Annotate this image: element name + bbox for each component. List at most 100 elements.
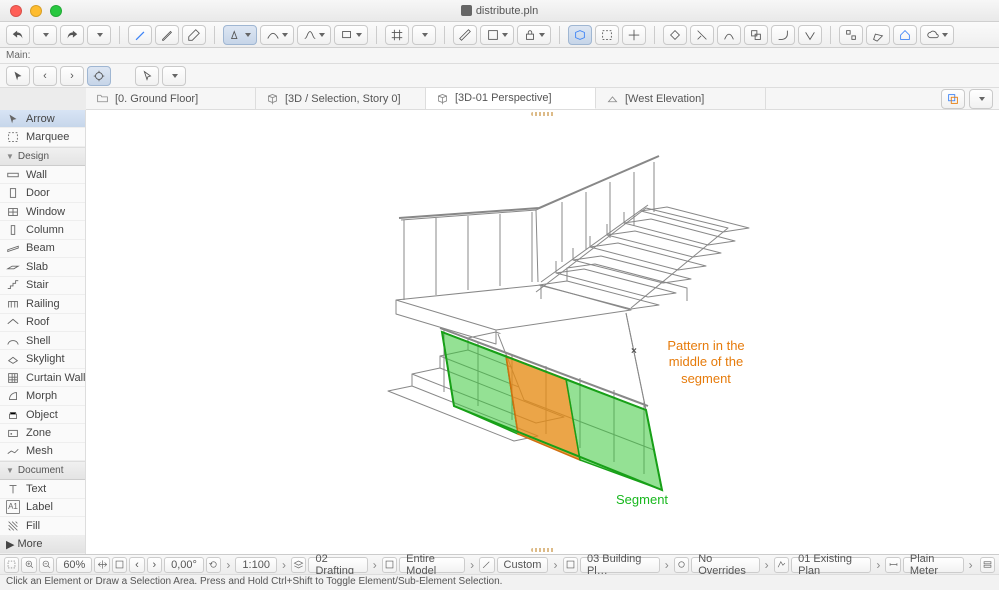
home-button[interactable] [893, 25, 917, 45]
group-button[interactable] [839, 25, 863, 45]
trace-options-button[interactable] [969, 89, 993, 109]
reno-filter-field[interactable]: 01 Existing Plan [791, 557, 871, 573]
cloud-dropdown[interactable] [920, 25, 954, 45]
trim-button[interactable] [663, 25, 687, 45]
overrides-field[interactable]: No Overrides [691, 557, 759, 573]
3d-viewport[interactable]: × Pattern in the middle of the segment S… [86, 110, 999, 554]
prev-zoom-button[interactable]: ‹ [129, 557, 144, 573]
redo-button[interactable] [60, 25, 84, 45]
zoom-out-button[interactable] [39, 557, 54, 573]
redo-history-button[interactable] [87, 25, 111, 45]
cursor-mode-button[interactable] [135, 66, 159, 86]
tool-marquee[interactable]: Marquee [0, 128, 85, 146]
next-zoom-button[interactable]: › [147, 557, 162, 573]
tool-beam[interactable]: Beam [0, 240, 85, 258]
tool-stair[interactable]: Stair [0, 277, 85, 295]
toolbox-category-design[interactable]: Design [0, 147, 85, 166]
zoom-level-field[interactable]: 60% [56, 557, 92, 573]
reno-icon[interactable] [774, 557, 789, 573]
toolbox-more-button[interactable]: ▶More [0, 536, 85, 554]
rotate-button[interactable] [206, 557, 221, 573]
intersect-button[interactable] [744, 25, 768, 45]
resize-button[interactable] [798, 25, 822, 45]
pen-set-field[interactable]: Custom [497, 557, 549, 573]
tool-wall[interactable]: Wall [0, 166, 85, 184]
tool-arrow[interactable]: Arrow [0, 110, 85, 128]
tool-object[interactable]: Object [0, 406, 85, 424]
edit-button[interactable] [866, 25, 890, 45]
undo-button[interactable] [6, 25, 30, 45]
tool-slab[interactable]: Slab [0, 258, 85, 276]
crosshair-button[interactable] [622, 25, 646, 45]
dimension-icon[interactable] [885, 557, 900, 573]
arrow-mode-button[interactable] [6, 66, 30, 86]
view-tab-label: [3D / Selection, Story 0] [285, 93, 401, 105]
grid-button[interactable] [385, 25, 409, 45]
view-tab-3d-perspective[interactable]: [3D-01 Perspective] [426, 88, 596, 109]
tool-shell[interactable]: Shell [0, 332, 85, 350]
grid-options-button[interactable] [412, 25, 436, 45]
tool-window[interactable]: Window [0, 203, 85, 221]
zoom-in-button[interactable] [21, 557, 36, 573]
nav-prev-button[interactable]: ‹ [33, 66, 57, 86]
split-button[interactable] [690, 25, 714, 45]
filter-icon[interactable] [382, 557, 397, 573]
tool-column[interactable]: Column [0, 221, 85, 239]
zoom-marquee-button[interactable] [4, 557, 19, 573]
layer-combo-field[interactable]: 02 Drafting [308, 557, 367, 573]
cube-marquee-button[interactable] [568, 25, 592, 45]
tool-door[interactable]: Door [0, 184, 85, 202]
mvo-icon[interactable] [563, 557, 578, 573]
view-tab-ground-floor[interactable]: [0. Ground Floor] [86, 88, 256, 109]
line-geometry-dropdown[interactable] [260, 25, 294, 45]
polygon-geometry-dropdown[interactable] [334, 25, 368, 45]
hint-bar: Click an Element or Draw a Selection Are… [0, 574, 999, 590]
tool-railing[interactable]: Railing [0, 295, 85, 313]
layers-icon[interactable] [291, 557, 306, 573]
view-tab-west-elevation[interactable]: [West Elevation] [596, 88, 766, 109]
toolbox-category-document[interactable]: Document [0, 461, 85, 480]
tool-zone[interactable]: Zone [0, 424, 85, 442]
view-tab-label: [0. Ground Floor] [115, 93, 198, 105]
pick-up-parameters-button[interactable] [128, 25, 152, 45]
lock-dropdown[interactable] [517, 25, 551, 45]
zoom-window-button[interactable] [50, 5, 62, 17]
view-options-field[interactable]: 03 Building Pl… [580, 557, 660, 573]
cursor-mode-options-button[interactable] [162, 66, 186, 86]
tool-mesh[interactable]: Mesh [0, 443, 85, 461]
orientation-field[interactable]: 0,00° [164, 557, 204, 573]
spline-geometry-dropdown[interactable] [297, 25, 331, 45]
view-tab-label: [West Elevation] [625, 93, 704, 105]
tool-fill[interactable]: Fill [0, 517, 85, 535]
fillet-button[interactable] [771, 25, 795, 45]
pen-icon[interactable] [479, 557, 494, 573]
quick-select-button[interactable] [87, 66, 111, 86]
frame-button[interactable] [595, 25, 619, 45]
undo-history-button[interactable] [33, 25, 57, 45]
highlight-button[interactable] [182, 25, 206, 45]
quick-options-button[interactable] [980, 557, 995, 573]
tool-curtain-wall[interactable]: Curtain Wall [0, 369, 85, 387]
adjust-button[interactable] [717, 25, 741, 45]
sub-toolbar-label: Main: [0, 48, 999, 64]
view-tab-3d-selection[interactable]: [3D / Selection, Story 0] [256, 88, 426, 109]
dimension-field[interactable]: Plain Meter [903, 557, 964, 573]
layer-dropdown[interactable] [480, 25, 514, 45]
fit-button[interactable] [112, 557, 127, 573]
minimize-window-button[interactable] [30, 5, 42, 17]
model-filter-field[interactable]: Entire Model [399, 557, 465, 573]
tool-skylight[interactable]: Skylight [0, 350, 85, 368]
tool-morph[interactable]: Morph [0, 387, 85, 405]
inject-parameters-button[interactable] [155, 25, 179, 45]
scale-field[interactable]: 1:100 [235, 557, 277, 573]
wall-geometry-dropdown[interactable] [223, 25, 257, 45]
ruler-button[interactable] [453, 25, 477, 45]
nav-next-button[interactable]: › [60, 66, 84, 86]
trace-button[interactable] [941, 89, 965, 109]
pan-button[interactable] [94, 557, 109, 573]
tool-label[interactable]: A1Label [0, 499, 85, 517]
tool-text[interactable]: Text [0, 480, 85, 498]
close-window-button[interactable] [10, 5, 22, 17]
override-icon[interactable] [674, 557, 689, 573]
tool-roof[interactable]: Roof [0, 314, 85, 332]
